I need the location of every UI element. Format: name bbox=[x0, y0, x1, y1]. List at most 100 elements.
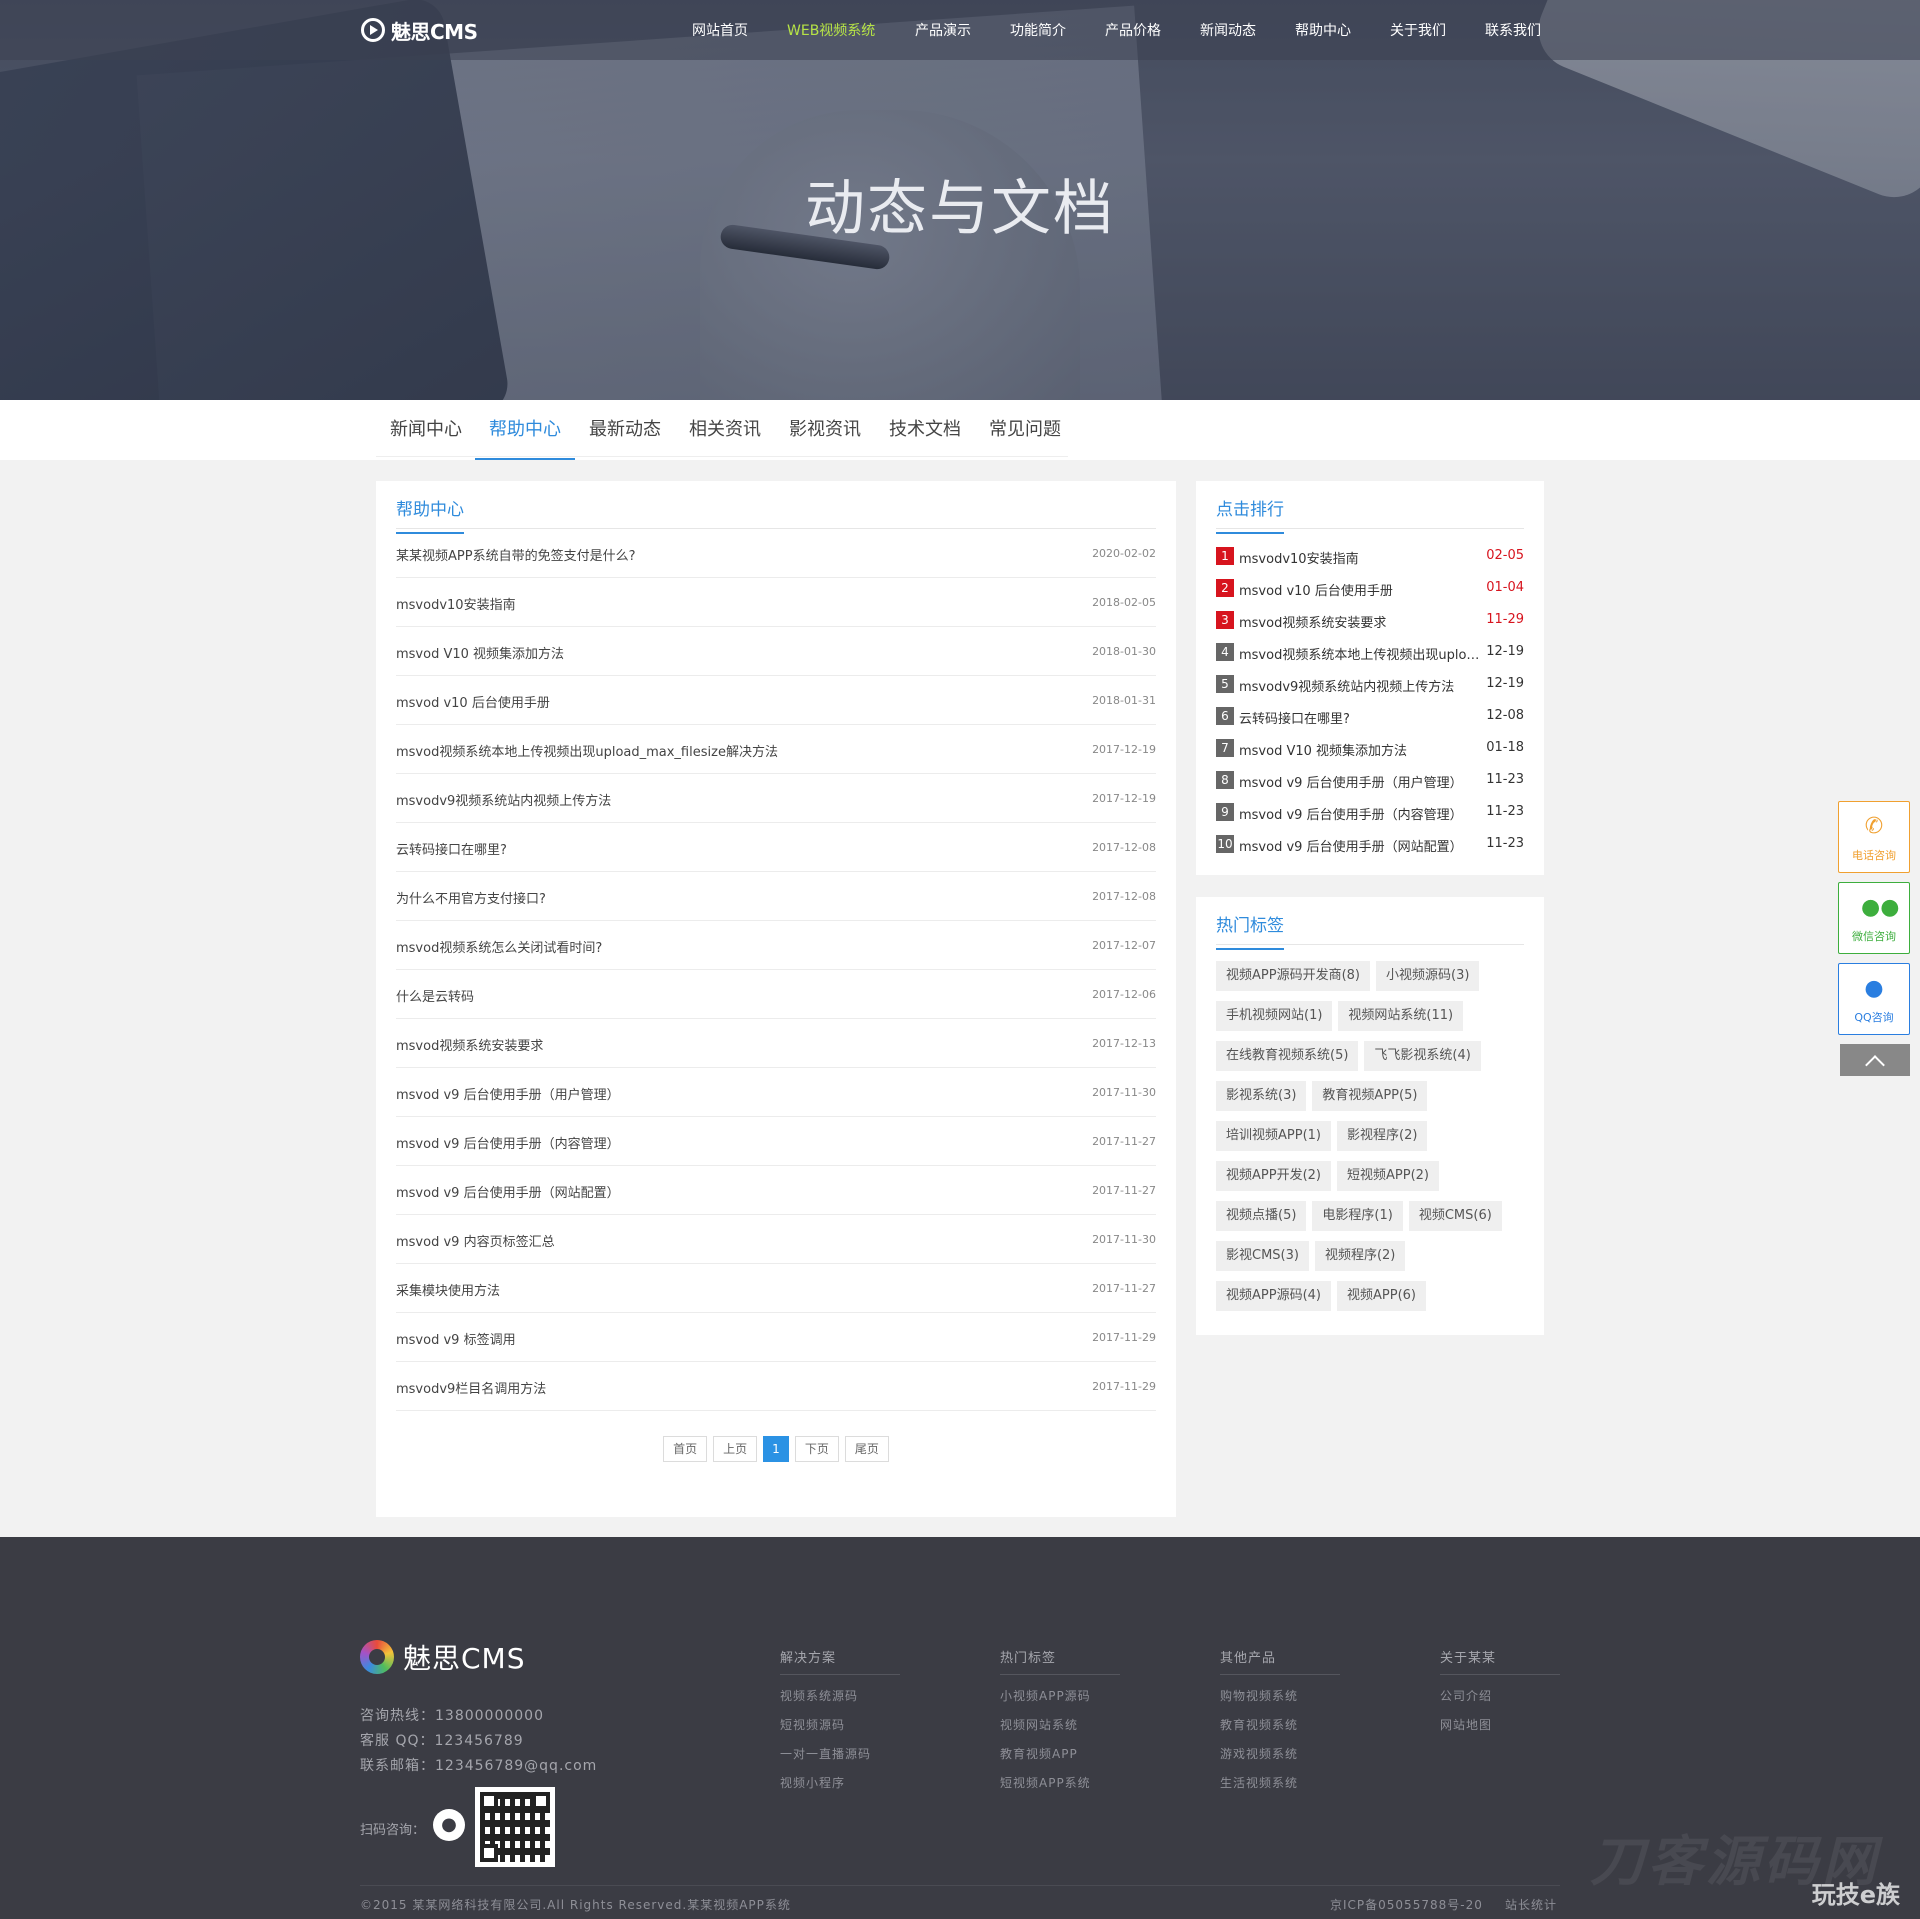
article-row[interactable]: msvod V10 视频集添加方法 2018-01-30 bbox=[396, 627, 1156, 676]
site-logo[interactable]: 魅思CMS bbox=[361, 16, 478, 44]
nav-pricing[interactable]: 产品价格 bbox=[1105, 20, 1161, 40]
nav-web-video-system[interactable]: WEB视频系统 bbox=[787, 20, 875, 40]
article-title-link[interactable]: msvodv9视频系统站内视频上传方法 bbox=[396, 790, 611, 809]
nav-product-demo[interactable]: 产品演示 bbox=[915, 20, 971, 40]
article-row[interactable]: msvod v9 后台使用手册（内容管理） 2017-11-27 bbox=[396, 1117, 1156, 1166]
footer-link[interactable]: 视频网站系统 bbox=[1000, 1716, 1120, 1733]
ranking-item[interactable]: 5 msvodv9视频系统站内视频上传方法 12-19 bbox=[1216, 669, 1524, 701]
footer-link[interactable]: 游戏视频系统 bbox=[1220, 1745, 1340, 1762]
page-first-button[interactable]: 首页 bbox=[663, 1436, 708, 1462]
article-title-link[interactable]: msvod v9 后台使用手册（用户管理） bbox=[396, 1084, 620, 1103]
nav-news[interactable]: 新闻动态 bbox=[1200, 20, 1256, 40]
tag-chip[interactable]: 视频APP(6) bbox=[1337, 1281, 1426, 1311]
tab-help-center[interactable]: 帮助中心 bbox=[475, 400, 575, 460]
tag-chip[interactable]: 视频APP源码开发商(8) bbox=[1216, 961, 1370, 991]
tag-chip[interactable]: 视频程序(2) bbox=[1314, 1241, 1406, 1271]
footer-link[interactable]: 网站地图 bbox=[1440, 1716, 1560, 1733]
tag-chip[interactable]: 在线教育视频系统(5) bbox=[1216, 1041, 1359, 1071]
rank-title-link[interactable]: msvod视频系统安装要求 bbox=[1239, 612, 1487, 631]
tag-chip[interactable]: 飞飞影视系统(4) bbox=[1364, 1041, 1481, 1071]
footer-link[interactable]: 购物视频系统 bbox=[1220, 1687, 1340, 1704]
footer-link[interactable]: 视频系统源码 bbox=[780, 1687, 900, 1704]
article-row[interactable]: 云转码接口在哪里? 2017-12-08 bbox=[396, 823, 1156, 872]
article-row[interactable]: msvod视频系统怎么关闭试看时间? 2017-12-07 bbox=[396, 921, 1156, 970]
article-row[interactable]: msvod v9 后台使用手册（用户管理） 2017-11-30 bbox=[396, 1068, 1156, 1117]
tab-related-info[interactable]: 相关资讯 bbox=[675, 400, 775, 460]
ranking-item[interactable]: 10 msvod v9 后台使用手册（网站配置） 11-23 bbox=[1216, 829, 1524, 861]
article-title-link[interactable]: msvod视频系统本地上传视频出现upload_max_filesize解决方法 bbox=[396, 741, 778, 760]
tag-chip[interactable]: 教育视频APP(5) bbox=[1312, 1081, 1428, 1111]
rank-title-link[interactable]: msvod v9 后台使用手册（内容管理） bbox=[1239, 804, 1487, 823]
tag-chip[interactable]: 手机视频网站(1) bbox=[1216, 1001, 1333, 1031]
tag-chip[interactable]: 视频点播(5) bbox=[1216, 1201, 1307, 1231]
nav-features[interactable]: 功能简介 bbox=[1010, 20, 1066, 40]
ranking-item[interactable]: 2 msvod v10 后台使用手册 01-04 bbox=[1216, 573, 1524, 605]
article-title-link[interactable]: 某某视频APP系统自带的免签支付是什么? bbox=[396, 545, 635, 564]
article-row[interactable]: msvodv10安装指南 2018-02-05 bbox=[396, 578, 1156, 627]
page-next-button[interactable]: 下页 bbox=[794, 1436, 839, 1462]
tag-chip[interactable]: 视频APP开发(2) bbox=[1216, 1161, 1331, 1191]
article-row[interactable]: 某某视频APP系统自带的免签支付是什么? 2020-02-02 bbox=[396, 529, 1156, 578]
tag-chip[interactable]: 影视系统(3) bbox=[1216, 1081, 1307, 1111]
tag-chip[interactable]: 影视程序(2) bbox=[1337, 1121, 1428, 1151]
footer-link[interactable]: 短视频APP系统 bbox=[1000, 1774, 1120, 1791]
tab-latest-news[interactable]: 最新动态 bbox=[575, 400, 675, 460]
article-row[interactable]: msvod v9 内容页标签汇总 2017-11-30 bbox=[396, 1215, 1156, 1264]
article-row[interactable]: msvodv9视频系统站内视频上传方法 2017-12-19 bbox=[396, 774, 1156, 823]
article-title-link[interactable]: msvodv9栏目名调用方法 bbox=[396, 1378, 546, 1397]
article-row[interactable]: 什么是云转码 2017-12-06 bbox=[396, 970, 1156, 1019]
footer-link[interactable]: 短视频源码 bbox=[780, 1716, 900, 1733]
qq-consult-button[interactable]: ● QQ咨询 bbox=[1838, 963, 1910, 1035]
ranking-item[interactable]: 6 云转码接口在哪里? 12-08 bbox=[1216, 701, 1524, 733]
nav-about[interactable]: 关于我们 bbox=[1390, 20, 1446, 40]
footer-link[interactable]: 小视频APP源码 bbox=[1000, 1687, 1120, 1704]
article-title-link[interactable]: msvod v9 内容页标签汇总 bbox=[396, 1231, 555, 1250]
article-row[interactable]: msvodv9栏目名调用方法 2017-11-29 bbox=[396, 1362, 1156, 1411]
rank-title-link[interactable]: msvod视频系统本地上传视频出现upload_max_filesize解决方法 bbox=[1239, 644, 1487, 663]
rank-title-link[interactable]: msvod v10 后台使用手册 bbox=[1239, 580, 1487, 599]
rank-title-link[interactable]: 云转码接口在哪里? bbox=[1239, 708, 1487, 727]
footer-link[interactable]: 教育视频APP bbox=[1000, 1745, 1120, 1762]
footer-stat-link[interactable]: 站长统计 bbox=[1505, 1896, 1557, 1913]
rank-title-link[interactable]: msvod v9 后台使用手册（网站配置） bbox=[1239, 836, 1487, 855]
tab-news-center[interactable]: 新闻中心 bbox=[376, 400, 476, 460]
article-row[interactable]: msvod v9 标签调用 2017-11-29 bbox=[396, 1313, 1156, 1362]
nav-contact[interactable]: 联系我们 bbox=[1485, 20, 1541, 40]
article-title-link[interactable]: 采集模块使用方法 bbox=[396, 1280, 500, 1299]
wechat-consult-button[interactable]: ●● 微信咨询 bbox=[1838, 882, 1910, 954]
tag-chip[interactable]: 视频网站系统(11) bbox=[1338, 1001, 1464, 1031]
tag-chip[interactable]: 小视频源码(3) bbox=[1376, 961, 1480, 991]
article-title-link[interactable]: msvod v9 标签调用 bbox=[396, 1329, 516, 1348]
tag-chip[interactable]: 视频APP源码(4) bbox=[1216, 1281, 1331, 1311]
tab-faq[interactable]: 常见问题 bbox=[975, 400, 1075, 460]
tag-chip[interactable]: 视频CMS(6) bbox=[1408, 1201, 1502, 1231]
footer-logo[interactable]: 魅思CMS bbox=[360, 1637, 525, 1677]
article-title-link[interactable]: 云转码接口在哪里? bbox=[396, 839, 507, 858]
article-title-link[interactable]: 什么是云转码 bbox=[396, 986, 474, 1005]
page-prev-button[interactable]: 上页 bbox=[713, 1436, 758, 1462]
article-title-link[interactable]: msvod v10 后台使用手册 bbox=[396, 692, 550, 711]
article-row[interactable]: 采集模块使用方法 2017-11-27 bbox=[396, 1264, 1156, 1313]
tab-tech-docs[interactable]: 技术文档 bbox=[875, 400, 975, 460]
ranking-item[interactable]: 1 msvodv10安装指南 02-05 bbox=[1216, 541, 1524, 573]
article-row[interactable]: 为什么不用官方支付接口? 2017-12-08 bbox=[396, 872, 1156, 921]
rank-title-link[interactable]: msvod V10 视频集添加方法 bbox=[1239, 740, 1487, 759]
ranking-item[interactable]: 4 msvod视频系统本地上传视频出现upload_max_filesize解决方… bbox=[1216, 637, 1524, 669]
article-title-link[interactable]: msvod v9 后台使用手册（网站配置） bbox=[396, 1182, 620, 1201]
article-title-link[interactable]: msvod V10 视频集添加方法 bbox=[396, 643, 564, 662]
footer-link[interactable]: 生活视频系统 bbox=[1220, 1774, 1340, 1791]
footer-link[interactable]: 一对一直播源码 bbox=[780, 1745, 900, 1762]
article-title-link[interactable]: msvod v9 后台使用手册（内容管理） bbox=[396, 1133, 620, 1152]
footer-link[interactable]: 教育视频系统 bbox=[1220, 1716, 1340, 1733]
tag-chip[interactable]: 电影程序(1) bbox=[1312, 1201, 1403, 1231]
rank-title-link[interactable]: msvodv10安装指南 bbox=[1239, 548, 1487, 567]
nav-help-center[interactable]: 帮助中心 bbox=[1295, 20, 1351, 40]
back-to-top-button[interactable] bbox=[1840, 1044, 1910, 1076]
tag-chip[interactable]: 短视频APP(2) bbox=[1337, 1161, 1439, 1191]
page-last-button[interactable]: 尾页 bbox=[844, 1436, 889, 1462]
article-title-link[interactable]: msvodv10安装指南 bbox=[396, 594, 516, 613]
footer-link[interactable]: 视频小程序 bbox=[780, 1774, 900, 1791]
article-row[interactable]: msvod视频系统本地上传视频出现upload_max_filesize解决方法… bbox=[396, 725, 1156, 774]
tag-chip[interactable]: 影视CMS(3) bbox=[1216, 1241, 1309, 1271]
phone-consult-button[interactable]: ✆ 电话咨询 bbox=[1838, 801, 1910, 873]
